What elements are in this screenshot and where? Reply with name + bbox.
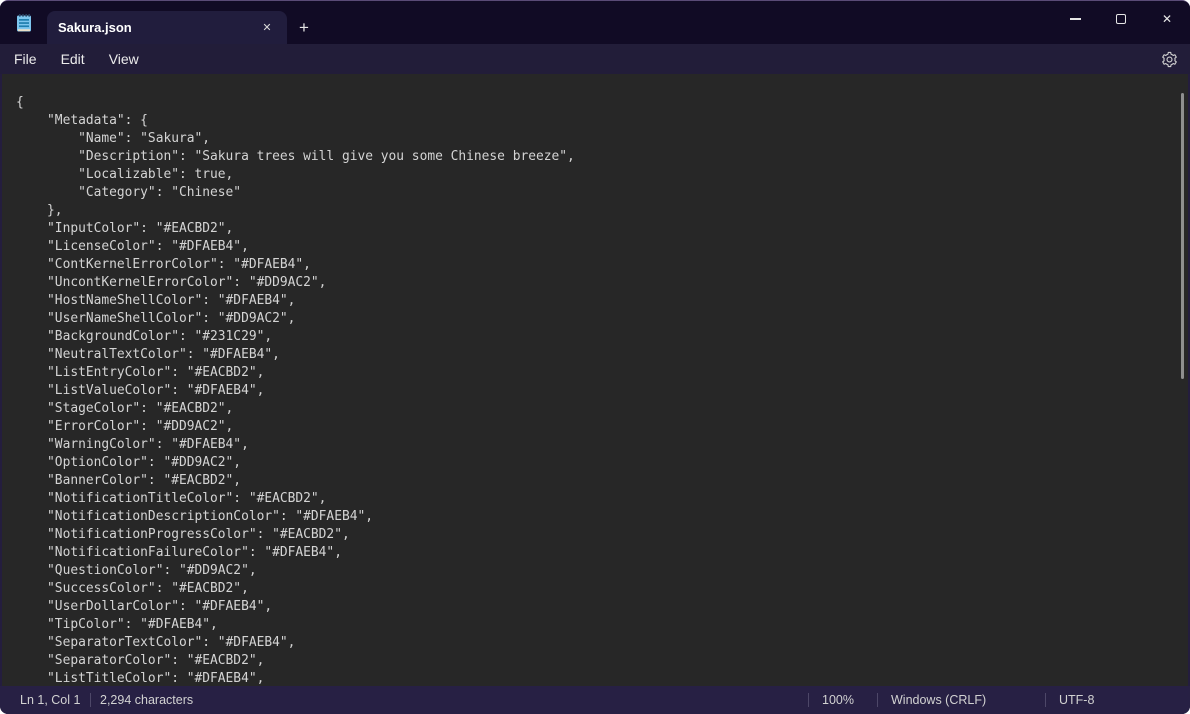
notepad-app-icon [0,1,47,44]
encoding: UTF-8 [1046,693,1094,707]
maximize-icon [1116,14,1126,24]
notepad-window: Sakura.json ✕ + ✕ File Edit View [0,0,1190,714]
gear-icon [1161,51,1178,68]
tab-close-button[interactable]: ✕ [255,16,279,40]
zoom-level-segment: 100% [808,686,877,714]
editor[interactable]: { "Metadata": { "Name": "Sakura", "Descr… [0,74,1190,686]
character-count: 2,294 characters [91,693,193,707]
menubar: File Edit View [0,44,1190,74]
minimize-button[interactable] [1052,1,1098,37]
tab-sakura-json[interactable]: Sakura.json ✕ [47,11,287,44]
titlebar: Sakura.json ✕ + ✕ [0,1,1190,44]
maximize-button[interactable] [1098,1,1144,37]
editor-text[interactable]: { "Metadata": { "Name": "Sakura", "Descr… [2,74,1188,686]
menu-file[interactable]: File [2,47,49,71]
cursor-position: Ln 1, Col 1 [0,693,90,707]
close-icon: ✕ [1162,13,1172,25]
menu-view[interactable]: View [97,47,151,71]
line-ending-segment: Windows (CRLF) [877,686,1045,714]
zoom-level: 100% [809,693,854,707]
window-controls: ✕ [1052,1,1190,37]
new-tab-button[interactable]: + [287,11,321,44]
settings-button[interactable] [1148,44,1190,74]
close-button[interactable]: ✕ [1144,1,1190,37]
statusbar: Ln 1, Col 1 2,294 characters 100% Window… [0,686,1190,714]
menu-edit[interactable]: Edit [49,47,97,71]
notepad-icon [16,13,32,33]
line-ending: Windows (CRLF) [878,693,986,707]
vertical-scrollbar-thumb[interactable] [1181,93,1184,379]
tab-label: Sakura.json [58,20,255,35]
encoding-segment: UTF-8 [1045,686,1190,714]
minimize-icon [1070,18,1081,20]
